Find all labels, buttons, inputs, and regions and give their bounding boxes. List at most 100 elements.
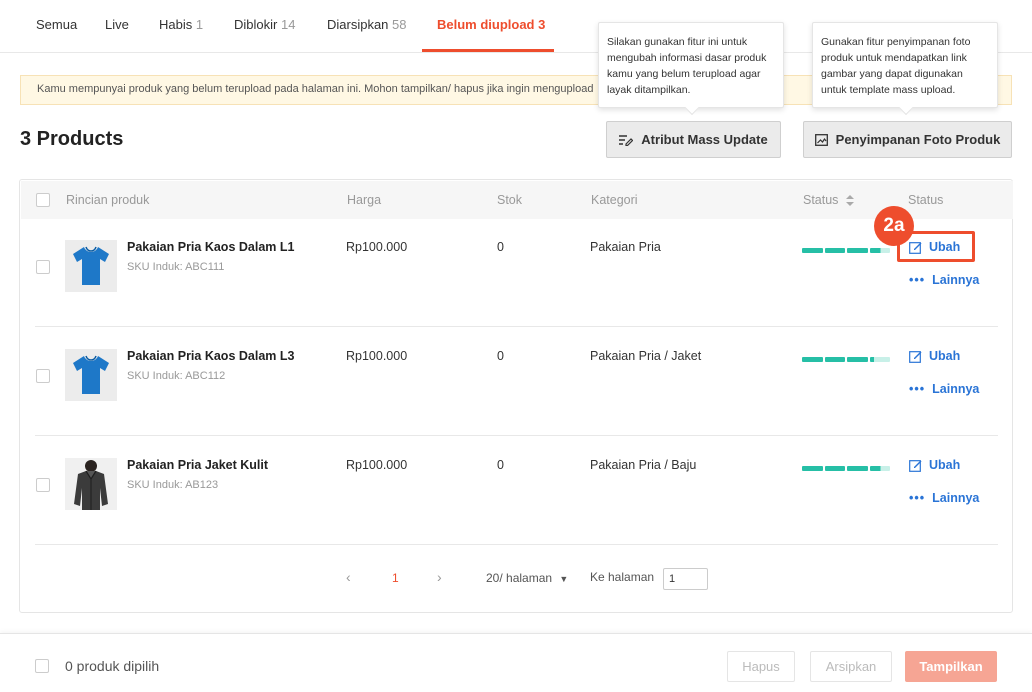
- product-category: Pakaian Pria: [590, 240, 661, 254]
- product-stock: 0: [497, 349, 504, 363]
- more-dots-icon: •••: [909, 273, 926, 287]
- more-button[interactable]: ••• Lainnya: [909, 491, 979, 505]
- completeness-bar: [802, 466, 890, 471]
- select-all-checkbox[interactable]: [36, 193, 50, 207]
- show-button[interactable]: Tampilkan: [905, 651, 997, 682]
- goto-page-input[interactable]: [663, 568, 708, 590]
- page-size-value: 20/ halaman: [486, 571, 553, 585]
- header-status-label: Status: [803, 193, 839, 207]
- completeness-segment: [824, 357, 845, 362]
- page-number[interactable]: 1: [392, 571, 399, 585]
- more-button[interactable]: ••• Lainnya: [909, 273, 979, 287]
- product-thumbnail: [65, 458, 117, 510]
- mass-update-label: Atribut Mass Update: [641, 132, 768, 147]
- tab-count: 14: [280, 17, 296, 32]
- completeness-segment: [802, 466, 823, 471]
- completeness-segment: [847, 357, 868, 362]
- table-row: Pakaian Pria Kaos Dalam L3 SKU Induk: AB…: [35, 327, 998, 436]
- photo-storage-label: Penyimpanan Foto Produk: [835, 132, 1001, 147]
- page-size-select[interactable]: 20/ halaman ▼: [486, 571, 568, 585]
- product-price: Rp100.000: [346, 349, 408, 363]
- goto-label: Ke halaman: [590, 570, 655, 584]
- product-category: Pakaian Pria / Jaket: [590, 349, 702, 363]
- tab-belum-diupload[interactable]: Belum diupload 3: [437, 17, 545, 32]
- tab-label: Diblokir: [234, 17, 278, 32]
- edit-button[interactable]: Ubah: [909, 349, 960, 363]
- tab-label: Belum diupload: [437, 17, 535, 32]
- sort-icon: [845, 195, 854, 207]
- header-price: Harga: [347, 193, 382, 207]
- completeness-segment: [824, 248, 845, 253]
- product-name[interactable]: Pakaian Pria Jaket Kulit: [127, 458, 268, 472]
- completeness-segment: [869, 248, 890, 253]
- edit-label: Ubah: [929, 349, 961, 363]
- more-button[interactable]: ••• Lainnya: [909, 382, 979, 396]
- completeness-segment: [847, 248, 868, 253]
- completeness-bar: [802, 357, 890, 362]
- edit-label: Ubah: [929, 458, 961, 472]
- tab-habis[interactable]: Habis 1: [159, 17, 203, 32]
- row-checkbox[interactable]: [36, 478, 50, 492]
- completeness-bar: [802, 248, 890, 253]
- header-details: Rincian produk: [66, 193, 150, 207]
- product-table: Rincian produk Harga Stok Kategori Statu…: [19, 179, 1013, 613]
- tooltip-text: Silakan gunakan fitur ini untuk mengubah…: [607, 36, 767, 96]
- photo-storage-button[interactable]: Penyimpanan Foto Produk: [803, 121, 1012, 158]
- product-thumbnail: [65, 349, 117, 401]
- selected-count: 0 produk dipilih: [65, 658, 160, 674]
- product-sku: SKU Induk: AB123: [127, 479, 219, 491]
- completeness-segment: [869, 357, 890, 362]
- blue-tshirt-icon: [73, 246, 109, 285]
- product-sku: SKU Induk: ABC112: [127, 370, 226, 382]
- more-label: Lainnya: [932, 273, 980, 287]
- edit-button[interactable]: Ubah: [909, 458, 960, 472]
- blue-tshirt-icon: [73, 355, 109, 394]
- completeness-segment: [824, 466, 845, 471]
- tab-label: Habis: [159, 17, 193, 32]
- product-stock: 0: [497, 240, 504, 254]
- more-dots-icon: •••: [909, 491, 926, 505]
- product-thumbnail: [65, 240, 117, 292]
- product-stock: 0: [497, 458, 504, 472]
- tab-label: Live: [105, 17, 129, 32]
- row-checkbox[interactable]: [36, 369, 50, 383]
- header-category: Kategori: [591, 193, 638, 207]
- tooltip-arrow: [684, 100, 700, 116]
- mass-update-tooltip: Silakan gunakan fitur ini untuk mengubah…: [598, 22, 784, 116]
- pagination: ‹ 1 › 20/ halaman ▼ Ke halaman: [0, 566, 1032, 590]
- header-action: Status: [908, 193, 944, 207]
- product-name[interactable]: Pakaian Pria Kaos Dalam L3: [127, 349, 294, 363]
- tab-label: Diarsipkan: [327, 17, 389, 32]
- list-edit-icon: [619, 134, 634, 146]
- edit-icon: [909, 350, 922, 363]
- tab-diarsipkan[interactable]: Diarsipkan 58: [327, 17, 407, 32]
- tab-count: 3: [538, 17, 546, 32]
- archive-button[interactable]: Arsipkan: [810, 651, 892, 682]
- tab-semua[interactable]: Semua: [36, 17, 77, 32]
- product-price: Rp100.000: [346, 240, 408, 254]
- active-tab-indicator: [422, 49, 554, 52]
- next-page-icon[interactable]: ›: [437, 569, 442, 585]
- more-dots-icon: •••: [909, 382, 926, 396]
- tab-diblokir[interactable]: Diblokir 14: [234, 17, 295, 32]
- product-name[interactable]: Pakaian Pria Kaos Dalam L1: [127, 240, 294, 254]
- prev-page-icon[interactable]: ‹: [346, 569, 351, 585]
- footer-select-all-checkbox[interactable]: [35, 659, 49, 673]
- chevron-down-icon: ▼: [559, 574, 569, 584]
- tab-live[interactable]: Live: [105, 17, 129, 32]
- more-label: Lainnya: [932, 382, 980, 396]
- products-count: 3 Products: [20, 128, 124, 150]
- header-status-sortable[interactable]: Status: [803, 193, 854, 207]
- leather-jacket-icon: [74, 460, 108, 510]
- tab-count: 58: [392, 17, 407, 32]
- product-category: Pakaian Pria / Baju: [590, 458, 697, 472]
- delete-button[interactable]: Hapus: [727, 651, 795, 682]
- completeness-segment: [847, 466, 868, 471]
- product-price: Rp100.000: [346, 458, 408, 472]
- mass-update-button[interactable]: Atribut Mass Update: [606, 121, 781, 158]
- edit-icon: [909, 459, 922, 472]
- completeness-segment: [802, 357, 823, 362]
- row-checkbox[interactable]: [36, 260, 50, 274]
- tooltip-arrow: [898, 100, 914, 116]
- more-label: Lainnya: [932, 491, 980, 505]
